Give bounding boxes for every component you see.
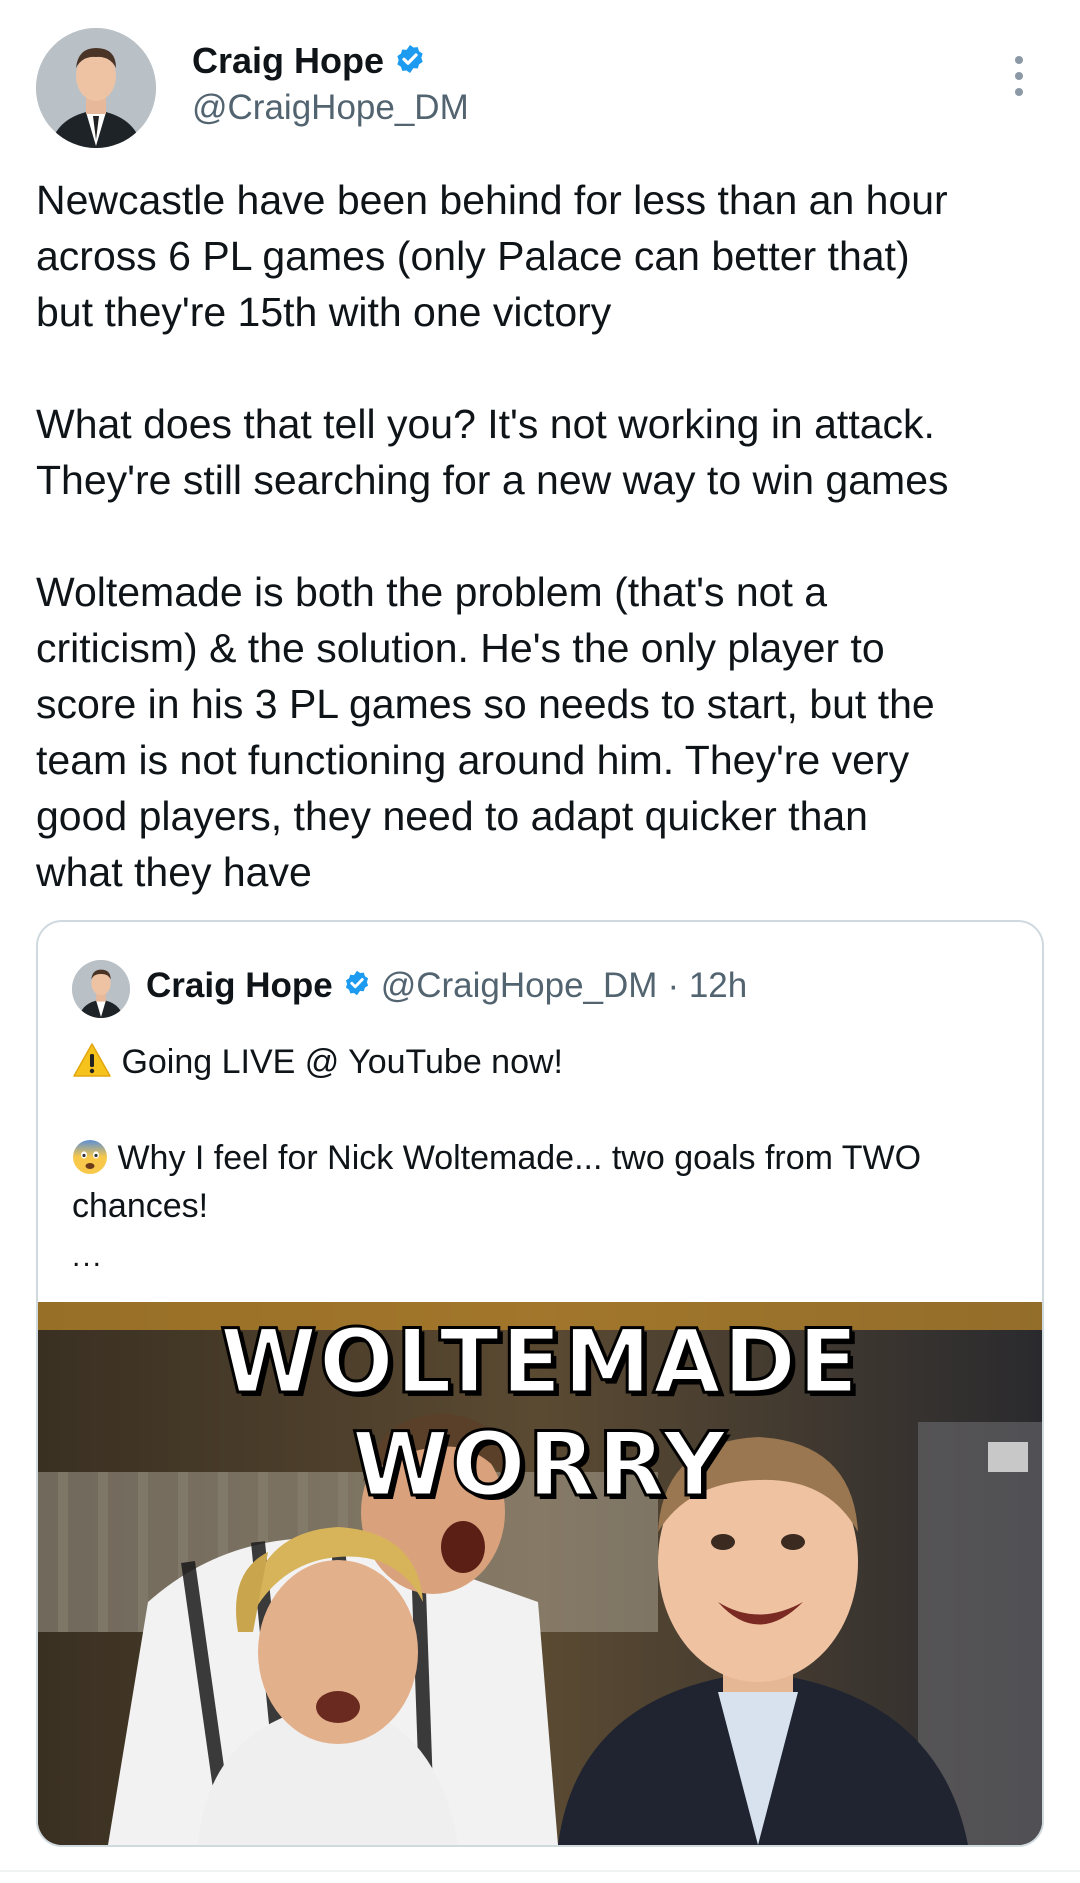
fearful-face-emoji xyxy=(72,1139,117,1177)
more-options-icon[interactable] xyxy=(1004,56,1034,100)
tweet-line: They're still searching for a new way to… xyxy=(36,457,949,503)
tweet-line: Newcastle have been behind for less than… xyxy=(36,177,948,223)
warning-emoji xyxy=(72,1043,121,1081)
author-name-row: Craig Hope xyxy=(192,40,426,82)
quoted-tweet-card[interactable]: Craig Hope @CraigHope_DM · 12h Going LIV… xyxy=(36,920,1044,1847)
tweet-text: Newcastle have been behind for less than… xyxy=(36,172,1046,956)
tweet-line: team is not functioning around him. They… xyxy=(36,737,910,783)
tweet-line: What does that tell you? It's not workin… xyxy=(36,401,935,447)
quoted-line-text: chances! xyxy=(72,1187,209,1225)
author-handle[interactable]: @CraigHope_DM xyxy=(192,88,469,128)
author-name[interactable]: Craig Hope xyxy=(192,40,384,82)
tweet-line: good players, they need to adapt quicker… xyxy=(36,793,868,839)
quoted-author-avatar xyxy=(72,960,130,1018)
tweet-line: score in his 3 PL games so needs to star… xyxy=(36,681,935,727)
tweet-line: criticism) & the solution. He's the only… xyxy=(36,625,885,671)
quoted-timestamp: · 12h xyxy=(667,966,748,1005)
tweet-paragraph-3: Woltemade is both the problem (that's no… xyxy=(36,564,1046,900)
quoted-text: Going LIVE @ YouTube now! Why I feel for… xyxy=(72,1038,1002,1230)
tweet-line: but they're 15th with one victory xyxy=(36,289,612,335)
tweet-line: what they have xyxy=(36,849,312,895)
tweet-paragraph-2: What does that tell you? It's not workin… xyxy=(36,396,1046,508)
tweet-line: across 6 PL games (only Palace can bette… xyxy=(36,233,910,279)
tweet-paragraph-1: Newcastle have been behind for less than… xyxy=(36,172,1046,340)
divider xyxy=(0,1870,1080,1872)
quoted-author-name: Craig Hope xyxy=(146,966,333,1005)
quoted-line-text: Why I feel for Nick Woltemade... two goa… xyxy=(117,1139,922,1177)
quoted-media-image[interactable]: WOLTEMADE WORRY xyxy=(38,1302,1042,1845)
verified-badge-icon xyxy=(343,966,371,1006)
quoted-line-text: Going LIVE @ YouTube now! xyxy=(121,1043,564,1081)
quoted-line: Why I feel for Nick Woltemade... two goa… xyxy=(72,1134,1002,1230)
quoted-author-handle: @CraigHope_DM xyxy=(380,966,658,1005)
quoted-header: Craig Hope @CraigHope_DM · 12h xyxy=(146,966,747,1006)
tweet-line: Woltemade is both the problem (that's no… xyxy=(36,569,828,615)
author-avatar[interactable] xyxy=(36,28,156,148)
quoted-ellipsis: ... xyxy=(72,1240,104,1273)
thumbnail-title: WOLTEMADE WORRY xyxy=(218,1309,861,1518)
quoted-line: Going LIVE @ YouTube now! xyxy=(72,1038,1002,1086)
verified-badge-icon xyxy=(394,43,426,80)
